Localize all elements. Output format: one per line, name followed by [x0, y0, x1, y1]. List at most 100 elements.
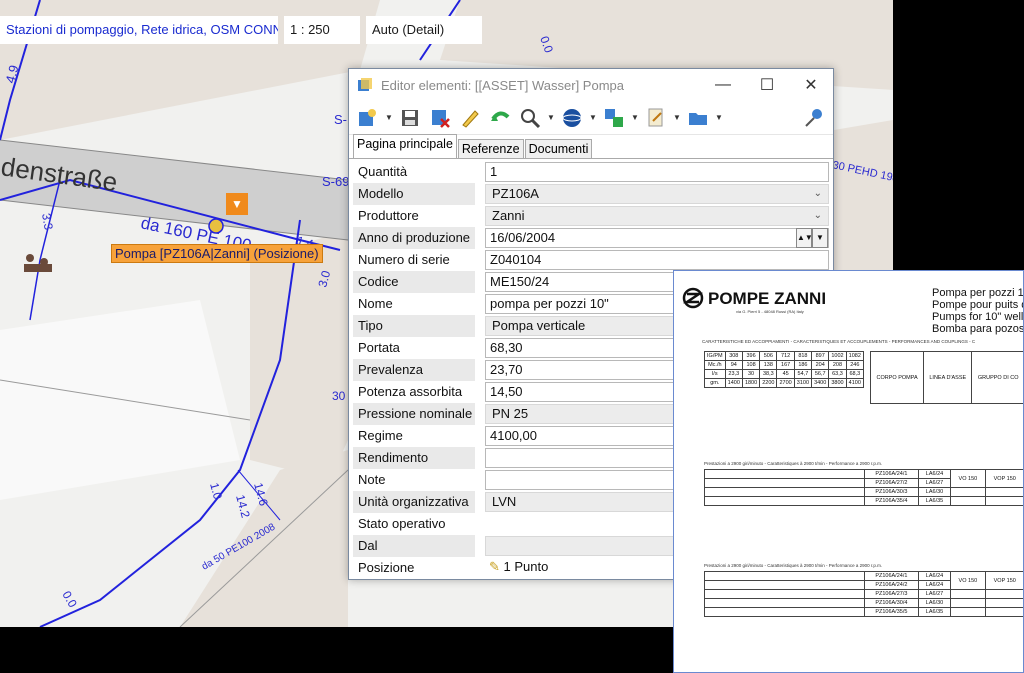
datasheet-document[interactable]: POMPE ZANNI via G. Pierri 5 - 48048 Russ… [673, 270, 1024, 673]
field-label: Anno di produzione [353, 227, 475, 249]
map-mode[interactable]: Auto (Detail) [366, 16, 482, 44]
tab-documents[interactable]: Documenti [524, 139, 593, 158]
quantity-field[interactable]: 1 [485, 162, 829, 182]
table-row: PZ106A/24/1 LA6/24 VO 150 VOP 150 [704, 571, 1023, 590]
editor-title: Editor elementi: [[ASSET] Wasser] Pompa [381, 77, 624, 93]
svg-text:3.3: 3.3 [39, 212, 56, 231]
table-row: IG/PM 308 396 506 712 818 897 1002 1082 [704, 351, 865, 361]
pencil-icon: ✎ [489, 559, 500, 574]
editor-toolbar: ▼ ▼ ▼ ▼ ▼ ▼ [349, 101, 833, 135]
document-titles: Pompa per pozzi 10" Pompe pour puits de … [932, 287, 1024, 335]
delete-icon[interactable] [427, 105, 453, 131]
table-row: PZ106A/35/5 LA6/35 [704, 607, 1023, 617]
brand-address: via G. Pierri 5 - 48048 Russi (RA) Italy [736, 309, 804, 314]
active-layers[interactable]: Stazioni di pompaggio, Rete idrica, OSM … [0, 16, 278, 44]
performance-caption-2: Prestazioni a 2900 giri/minuto - Caratte… [704, 563, 883, 568]
map-status-bar: Stazioni di pompaggio, Rete idrica, OSM … [0, 16, 482, 44]
folder-dropdown[interactable]: ▼ [715, 113, 723, 122]
transfer-dropdown[interactable]: ▼ [631, 113, 639, 122]
document-dropdown[interactable]: ▼ [673, 113, 681, 122]
field-label: Potenza assorbita [358, 384, 463, 399]
tab-references[interactable]: Referenze [457, 139, 524, 158]
folder-icon[interactable] [685, 105, 711, 131]
new-element-icon[interactable] [355, 105, 381, 131]
pompe-zanni-logo [682, 287, 704, 309]
performance-caption: Prestazioni a 2900 giri/minuto - Caratte… [704, 461, 883, 466]
editor-tabs: Pagina principale Referenze Documenti [349, 134, 833, 159]
maximize-button[interactable]: ☐ [745, 75, 789, 95]
couplings-header: CORPO POMPA LINEA D'ASSE GRUPPO DI CO [869, 351, 1023, 404]
svg-text:S-: S- [334, 112, 347, 127]
field-label: Pressione nominale [353, 403, 475, 425]
models-table-1: PZ106A/24/1 LA6/24 VO 150 VOP 150 PZ106A/27… [704, 469, 1023, 506]
field-label: Modello [353, 183, 475, 205]
document-edit-icon[interactable] [643, 105, 669, 131]
field-label: Nome [358, 296, 393, 311]
svg-text:S-69: S-69 [322, 174, 349, 189]
svg-text:1.0: 1.0 [207, 481, 225, 501]
pin-icon[interactable] [801, 105, 827, 131]
new-element-dropdown[interactable]: ▼ [385, 113, 393, 122]
performance-table: IG/PM 308 396 506 712 818 897 1002 1082 Mc./h 94 1… [704, 351, 865, 388]
chevron-down-icon: ⌄ [813, 188, 822, 199]
title-es: Bomba para pozos 1 [932, 323, 1024, 335]
table-row: PZ106A/35/4 LA6/35 [704, 496, 1023, 506]
manufacturer-select[interactable]: Zanni ⌄ [485, 206, 829, 226]
transfer-icon[interactable] [601, 105, 627, 131]
svg-text:30: 30 [332, 389, 346, 403]
field-label: Note [358, 472, 386, 487]
production-date-field[interactable]: 16/06/2004 ▲▼ ▼ [485, 228, 829, 248]
field-label: Tipo [353, 315, 475, 337]
table-row: PZ106A/30/3 LA6/30 [704, 487, 1023, 497]
date-dropdown-icon[interactable]: ▼ [812, 228, 828, 248]
field-label: Posizione [358, 560, 415, 575]
selection-marker[interactable]: ▼ [226, 193, 248, 215]
app-icon [358, 78, 372, 91]
search-icon[interactable] [517, 105, 543, 131]
manufacturer-value: Zanni [492, 208, 525, 223]
save-icon[interactable] [397, 105, 423, 131]
production-date-value: 16/06/2004 [490, 230, 556, 245]
globe-dropdown[interactable]: ▼ [589, 113, 597, 122]
search-dropdown[interactable]: ▼ [547, 113, 555, 122]
field-label: Quantità [358, 164, 408, 179]
field-label: Numero di serie [358, 252, 450, 267]
position-value: 1 Punto [503, 559, 549, 574]
field-label: Stato operativo [358, 516, 446, 531]
tab-main-page[interactable]: Pagina principale [353, 134, 457, 158]
title-en: Pumps for 10" wells [932, 311, 1024, 323]
field-label: Prevalenza [353, 359, 475, 381]
field-label: Produttore [358, 208, 419, 223]
svg-text:14.2: 14.2 [233, 493, 253, 519]
map-scale[interactable]: 1 : 250 [284, 16, 360, 44]
svg-text:0.0: 0.0 [59, 589, 80, 611]
globe-icon[interactable] [559, 105, 585, 131]
close-button[interactable]: ✕ [789, 75, 833, 95]
undo-icon[interactable] [487, 105, 513, 131]
title-it: Pompa per pozzi 10" [932, 287, 1024, 299]
spin-updown-icon[interactable]: ▲▼ [796, 228, 813, 248]
field-label: Unità organizzativa [353, 491, 475, 513]
table-row: PZ106A/30/4 LA6/30 [704, 598, 1023, 608]
title-fr: Pompe pour puits de [932, 299, 1024, 311]
model-value: PZ106A [492, 186, 539, 201]
chevron-down-icon: ⌄ [813, 210, 822, 221]
document-subtitle: CARATTERISTICHE ED ACCOPPIAMENTI - CARAC… [702, 339, 976, 344]
field-label: Portata [358, 340, 400, 355]
svg-text:14.6: 14.6 [251, 481, 271, 507]
table-row: l/s 23,3 30 38,3 45 54,7 56,7 63,3 68,3 [704, 369, 865, 379]
models-table-2: PZ106A/24/1 LA6/24 VO 150 VOP 150 PZ106A/24… [704, 571, 1023, 617]
table-row: PZ106A/24/1 LA6/24 VO 150 VOP 150 [704, 469, 1023, 488]
pump-tag-label[interactable]: Pompa [PZ106A|Zanni] (Posizione) [111, 244, 323, 263]
date-spinner[interactable]: ▲▼ ▼ [796, 228, 828, 248]
table-row: Mc./h 94 108 138 167 186 204 208 246 [704, 360, 865, 370]
edit-pencil-icon[interactable] [457, 105, 483, 131]
editor-titlebar[interactable]: Editor elementi: [[ASSET] Wasser] Pompa … [349, 69, 833, 101]
serial-number-field[interactable]: Z040104 [485, 250, 829, 270]
field-label: Dal [353, 535, 475, 557]
field-label: Regime [358, 428, 403, 443]
model-select[interactable]: PZ106A ⌄ [485, 184, 829, 204]
minimize-button[interactable]: — [701, 76, 745, 94]
field-label: Rendimento [353, 447, 475, 469]
table-row: gm. 1400 1800 2200 2700 3100 3400 3800 4100 [704, 378, 865, 388]
